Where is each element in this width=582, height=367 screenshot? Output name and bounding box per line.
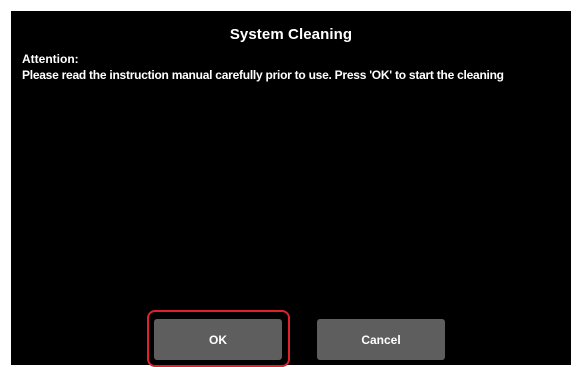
system-cleaning-dialog: System Cleaning Attention: Please read t…	[11, 11, 571, 367]
attention-heading: Attention:	[22, 52, 79, 66]
dialog-title: System Cleaning	[229, 26, 353, 43]
cancel-button-label: Cancel	[361, 332, 401, 347]
ok-button-label: OK	[209, 332, 227, 347]
ok-button[interactable]: OK	[154, 319, 282, 360]
instruction-message: Please read the instruction manual caref…	[22, 68, 504, 82]
cancel-button[interactable]: Cancel	[317, 319, 445, 360]
